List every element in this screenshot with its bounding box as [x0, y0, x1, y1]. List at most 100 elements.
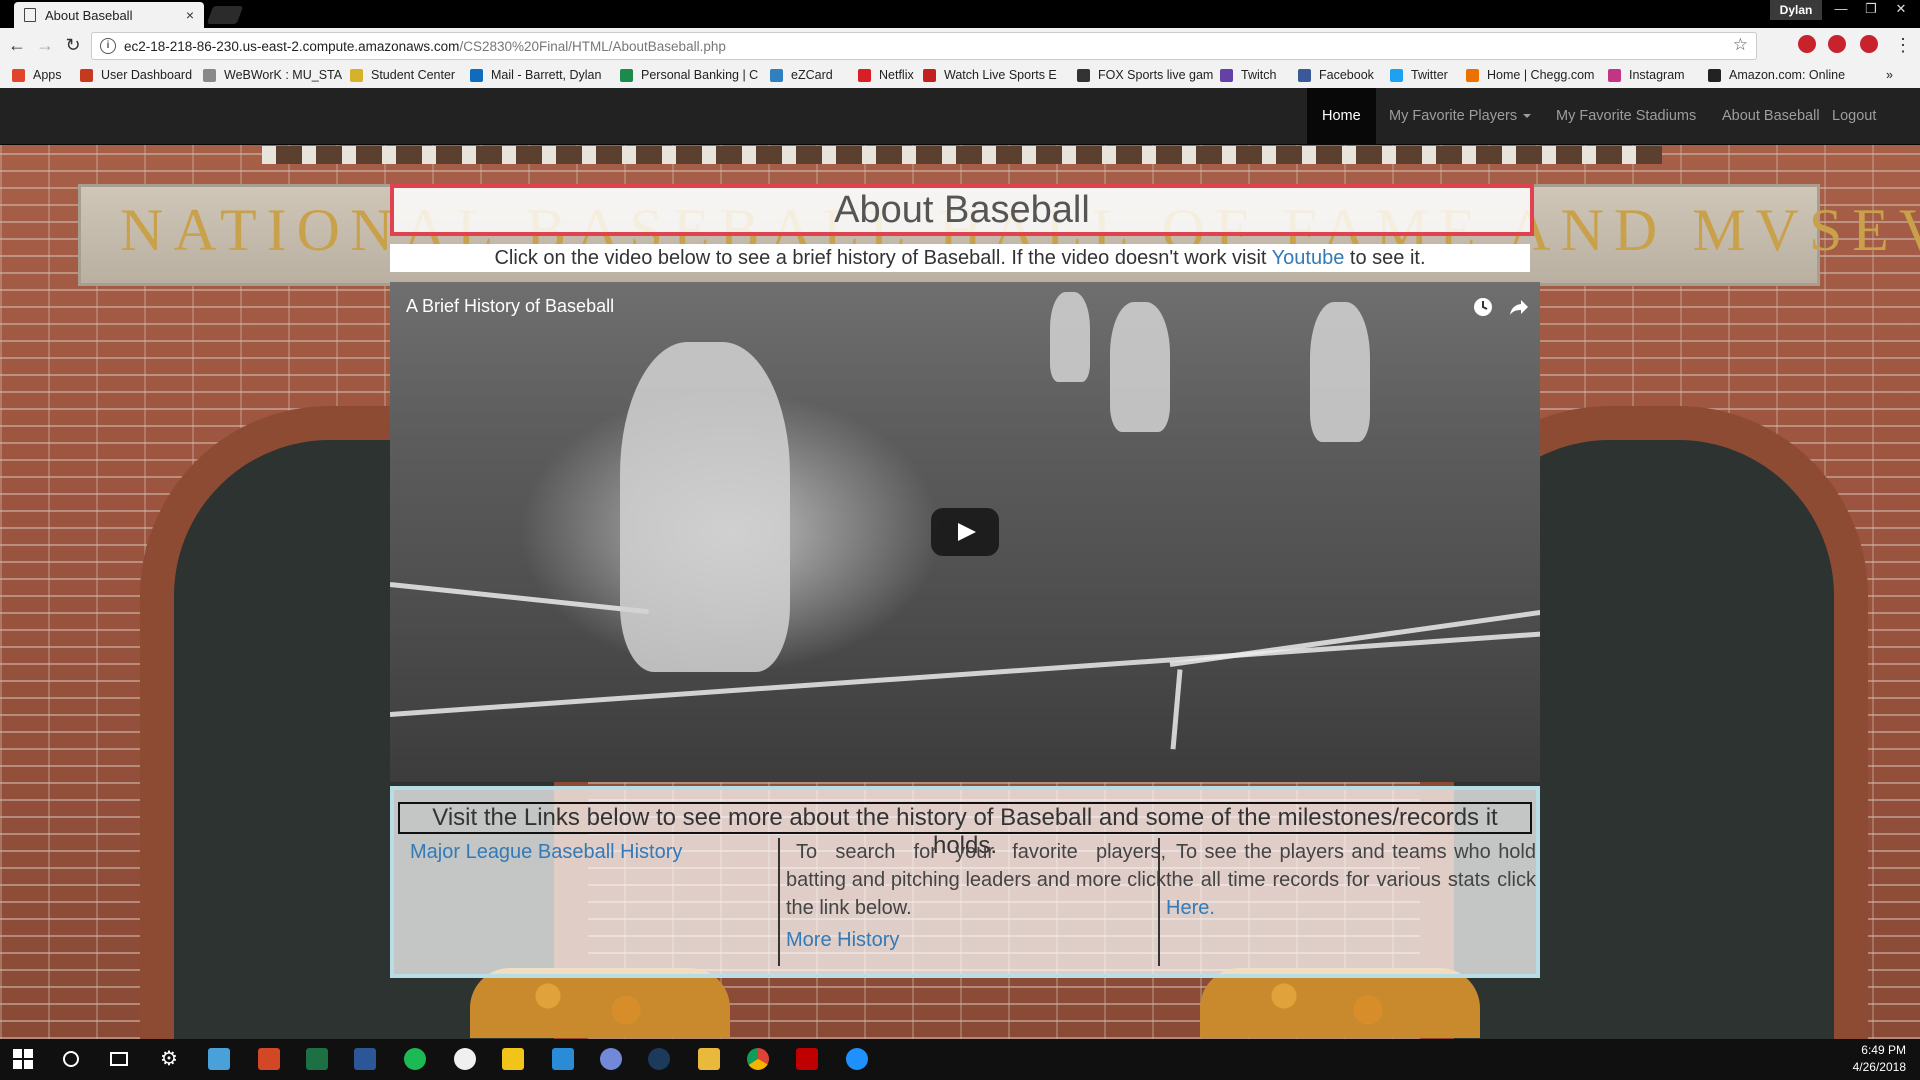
app-icon[interactable] — [552, 1048, 574, 1070]
restore-icon[interactable]: ❐ — [1856, 0, 1886, 20]
bookmark-label: Instagram — [1629, 68, 1685, 82]
close-window-icon[interactable]: ✕ — [1886, 0, 1916, 20]
bookmark-item[interactable]: User Dashboard — [80, 68, 192, 82]
reload-icon[interactable]: ↻ — [62, 35, 84, 56]
bookmark-star-icon[interactable]: ☆ — [1733, 35, 1748, 55]
bookmark-item[interactable]: Personal Banking | C — [620, 68, 758, 82]
browser-tab[interactable]: About Baseball × — [14, 2, 204, 28]
column-2-text: To search for your favorite players, bat… — [786, 841, 1166, 919]
column-3-text: To see the players and teams who hold th… — [1166, 841, 1536, 891]
bookmark-item[interactable]: Amazon.com: Online — [1708, 68, 1845, 82]
bookmark-favicon-icon — [770, 68, 783, 82]
bookmark-item[interactable]: Netflix — [858, 68, 914, 82]
site-info-icon[interactable]: i — [100, 38, 116, 54]
watch-later-icon[interactable] — [1472, 296, 1494, 318]
word-icon[interactable] — [354, 1048, 376, 1070]
bookmark-favicon-icon — [923, 68, 936, 82]
mlb-history-link[interactable]: Major League Baseball History — [410, 841, 682, 863]
cortana-icon[interactable] — [60, 1048, 82, 1070]
browser-toolbar: ← → ↻ i ec2-18-218-86-230.us-east-2.comp… — [0, 28, 1920, 64]
nav-about-baseball[interactable]: About Baseball — [1707, 88, 1835, 144]
bookmark-label: Netflix — [879, 68, 914, 82]
new-tab-button[interactable] — [206, 6, 244, 24]
background-image — [262, 146, 1662, 164]
bookmark-item[interactable]: Twitch — [1220, 68, 1276, 82]
bookmark-item[interactable]: Twitter — [1390, 68, 1448, 82]
youtube-link[interactable]: Youtube — [1272, 247, 1345, 269]
tab-close-icon[interactable]: × — [186, 7, 194, 23]
menu-icon[interactable]: ⋮ — [1892, 35, 1914, 56]
itunes-icon[interactable] — [454, 1048, 476, 1070]
video-frame-detail — [1310, 302, 1370, 442]
bookmark-label: Amazon.com: Online — [1729, 68, 1846, 82]
nav-logout[interactable]: Logout — [1817, 88, 1891, 144]
spotify-icon[interactable] — [404, 1048, 426, 1070]
more-history-link[interactable]: More History — [786, 929, 899, 951]
play-button[interactable] — [931, 508, 999, 556]
file-manager-icon[interactable] — [502, 1048, 524, 1070]
bookmark-item[interactable]: eZCard — [770, 68, 833, 82]
clock-time: 6:49 PM — [1861, 1043, 1906, 1057]
bookmark-label: Twitter — [1411, 68, 1448, 82]
web-page: NATIONAL BASEBALL HALL OF FAME AND MVSEV… — [0, 88, 1920, 1039]
filezilla-icon[interactable] — [796, 1048, 818, 1070]
edge-icon[interactable] — [846, 1048, 868, 1070]
share-icon[interactable] — [1508, 296, 1530, 318]
bookmark-favicon-icon — [1608, 68, 1621, 82]
nav-favorite-players[interactable]: My Favorite Players — [1374, 88, 1546, 144]
bookmark-favicon-icon — [858, 68, 871, 82]
steam-icon[interactable] — [648, 1048, 670, 1070]
bookmark-favicon-icon — [12, 68, 25, 82]
settings-gear-icon[interactable]: ⚙ — [158, 1048, 180, 1070]
nav-favorite-stadiums[interactable]: My Favorite Stadiums — [1541, 88, 1711, 144]
bookmark-item[interactable]: Home | Chegg.com — [1466, 68, 1594, 82]
task-view-icon[interactable] — [108, 1048, 130, 1070]
background-image — [470, 968, 730, 1038]
bookmark-item[interactable]: FOX Sports live gam — [1077, 68, 1213, 82]
clock-date: 4/26/2018 — [1852, 1060, 1906, 1074]
app-icon[interactable] — [208, 1048, 230, 1070]
extension-icon[interactable] — [1828, 35, 1846, 53]
system-clock[interactable]: 6:49 PM 4/26/2018 — [1853, 1042, 1906, 1076]
bookmark-favicon-icon — [80, 68, 93, 82]
file-explorer-icon[interactable] — [698, 1048, 720, 1070]
intro-text-start: Click on the video below to see a brief … — [494, 247, 1272, 269]
back-icon[interactable]: ← — [6, 35, 28, 56]
more-bookmarks-icon[interactable]: » — [1886, 68, 1893, 82]
bookmark-favicon-icon — [1390, 68, 1403, 82]
url-path: /CS2830%20Final/HTML/AboutBaseball.php — [459, 38, 726, 54]
profile-button[interactable]: Dylan — [1770, 0, 1822, 20]
bookmark-label: Watch Live Sports E — [944, 68, 1057, 82]
bookmark-item[interactable]: WeBWorK : MU_STA — [203, 68, 342, 82]
bookmark-label: User Dashboard — [101, 68, 193, 82]
bookmark-favicon-icon — [203, 68, 216, 82]
records-here-link[interactable]: Here. — [1166, 897, 1215, 919]
bookmark-item[interactable]: Mail - Barrett, Dylan — [470, 68, 601, 82]
bookmark-item[interactable]: Instagram — [1608, 68, 1685, 82]
bookmark-item[interactable]: Watch Live Sports E — [923, 68, 1057, 82]
nav-favorite-players-label: My Favorite Players — [1389, 108, 1518, 124]
bookmarks-bar: Apps User Dashboard WeBWorK : MU_STA Studen… — [0, 64, 1920, 88]
bookmark-item[interactable]: Student Center — [350, 68, 455, 82]
bookmark-item[interactable]: Facebook — [1298, 68, 1374, 82]
powerpoint-icon[interactable] — [258, 1048, 280, 1070]
nav-home[interactable]: Home — [1307, 88, 1376, 144]
bookmark-favicon-icon — [620, 68, 633, 82]
video-frame-detail — [390, 631, 1540, 717]
address-bar[interactable]: i ec2-18-218-86-230.us-east-2.compute.am… — [92, 33, 1756, 59]
video-title[interactable]: A Brief History of Baseball — [406, 296, 614, 317]
discord-icon[interactable] — [600, 1048, 622, 1070]
bookmark-item[interactable]: Apps — [12, 68, 62, 82]
bookmark-favicon-icon — [350, 68, 363, 82]
forward-icon[interactable]: → — [34, 35, 56, 56]
excel-icon[interactable] — [306, 1048, 328, 1070]
minimize-icon[interactable]: — — [1826, 0, 1856, 20]
chrome-icon[interactable] — [747, 1048, 769, 1070]
windows-start-icon[interactable] — [12, 1048, 34, 1070]
links-column-3: To see the players and teams who hold th… — [1158, 838, 1536, 966]
windows-taskbar: ⚙ 6:49 PM 4/26/2018 — [0, 1039, 1920, 1080]
video-player[interactable]: A Brief History of Baseball — [390, 282, 1540, 782]
site-navbar: Home My Favorite Players My Favorite Sta… — [0, 88, 1920, 145]
adblock-extension-icon[interactable] — [1798, 35, 1816, 53]
extension-icon[interactable] — [1860, 35, 1878, 53]
